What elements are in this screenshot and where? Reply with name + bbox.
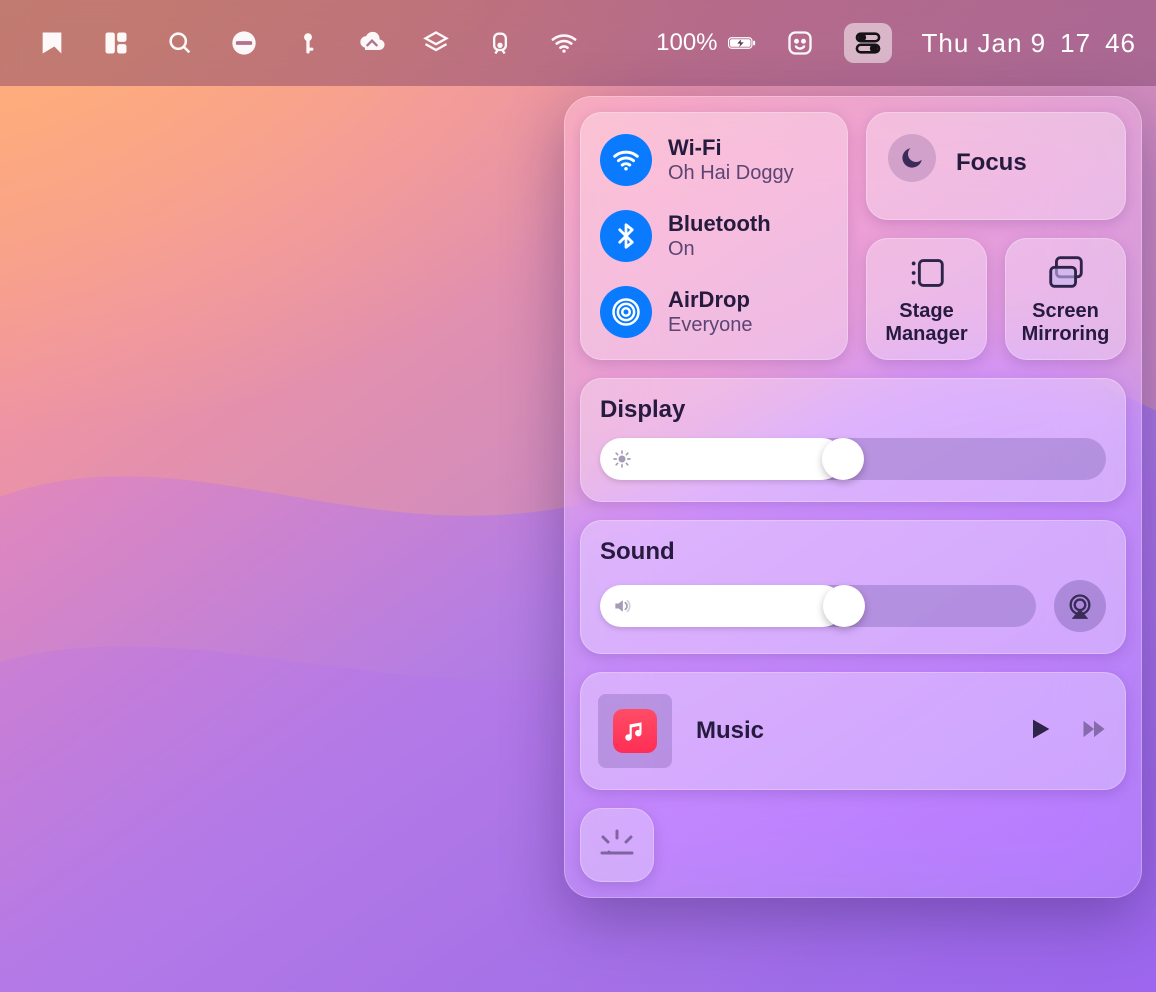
moon-icon — [888, 134, 936, 182]
music-card[interactable]: Music — [580, 672, 1126, 790]
cloud-arrow-icon[interactable] — [358, 29, 386, 57]
stage-label1: Stage — [899, 300, 953, 322]
wifi-icon[interactable] — [550, 29, 578, 57]
control-center-panel: Wi-Fi Oh Hai Doggy Bluetooth On AirDro — [564, 96, 1142, 898]
battery-percent: 100% — [656, 29, 717, 57]
sound-card: Sound — [580, 520, 1126, 654]
tram-icon[interactable] — [486, 29, 514, 57]
wifi-network: Oh Hai Doggy — [668, 161, 794, 185]
brightness-icon — [612, 449, 632, 469]
airplay-icon — [1066, 592, 1094, 620]
airdrop-toggle[interactable]: AirDrop Everyone — [588, 278, 840, 346]
connectivity-card: Wi-Fi Oh Hai Doggy Bluetooth On AirDro — [580, 112, 848, 360]
face-icon[interactable] — [786, 29, 814, 57]
forward-button[interactable] — [1080, 715, 1108, 748]
layers-icon[interactable] — [422, 29, 450, 57]
menu-hours: 17 — [1060, 28, 1091, 59]
menu-date: Thu Jan 9 — [922, 28, 1047, 59]
stage-manager-icon — [906, 252, 948, 294]
screen-mirroring-icon — [1045, 252, 1087, 294]
menuextra-shape-icon[interactable] — [38, 29, 66, 57]
play-button[interactable] — [1026, 715, 1054, 748]
sound-label: Sound — [600, 538, 1106, 566]
bluetooth-toggle[interactable]: Bluetooth On — [588, 202, 840, 270]
wifi-toggle[interactable]: Wi-Fi Oh Hai Doggy — [588, 126, 840, 194]
search-icon[interactable] — [166, 29, 194, 57]
stage-manager-button[interactable]: StageManager — [866, 238, 987, 360]
focus-card[interactable]: Focus — [866, 112, 1126, 220]
control-center-icon[interactable] — [844, 23, 892, 63]
airplay-audio-button[interactable] — [1054, 580, 1106, 632]
keyboard-brightness-button[interactable] — [580, 808, 654, 882]
mirror-label2: Mirroring — [1022, 323, 1110, 345]
display-label: Display — [600, 396, 1106, 424]
bluetooth-icon — [600, 210, 652, 262]
stage-label2: Manager — [885, 323, 967, 345]
display-card: Display — [580, 378, 1126, 502]
key-icon[interactable] — [294, 29, 322, 57]
keyboard-brightness-icon — [595, 823, 639, 867]
dnd-icon[interactable] — [230, 29, 258, 57]
wifi-title: Wi-Fi — [668, 135, 794, 161]
bluetooth-status: On — [668, 237, 771, 261]
battery-status[interactable]: 100% — [656, 29, 755, 57]
wifi-icon — [600, 134, 652, 186]
focus-label: Focus — [956, 149, 1027, 177]
music-artwork — [598, 694, 672, 768]
menu-minutes: 46 — [1105, 28, 1136, 59]
display-slider[interactable] — [600, 438, 1106, 480]
music-app-icon — [613, 709, 657, 753]
menu-bar: 100% Thu Jan 9 17 46 — [0, 0, 1156, 86]
airdrop-title: AirDrop — [668, 287, 753, 313]
menu-clock[interactable]: Thu Jan 9 17 46 — [922, 28, 1136, 59]
airdrop-icon — [600, 286, 652, 338]
music-title: Music — [696, 717, 1002, 745]
menuextra-grid-icon[interactable] — [102, 29, 130, 57]
screen-mirroring-button[interactable]: ScreenMirroring — [1005, 238, 1126, 360]
mirror-label1: Screen — [1032, 300, 1099, 322]
bluetooth-title: Bluetooth — [668, 211, 771, 237]
sound-slider[interactable] — [600, 585, 1036, 627]
airdrop-status: Everyone — [668, 313, 753, 337]
speaker-icon — [612, 596, 632, 616]
